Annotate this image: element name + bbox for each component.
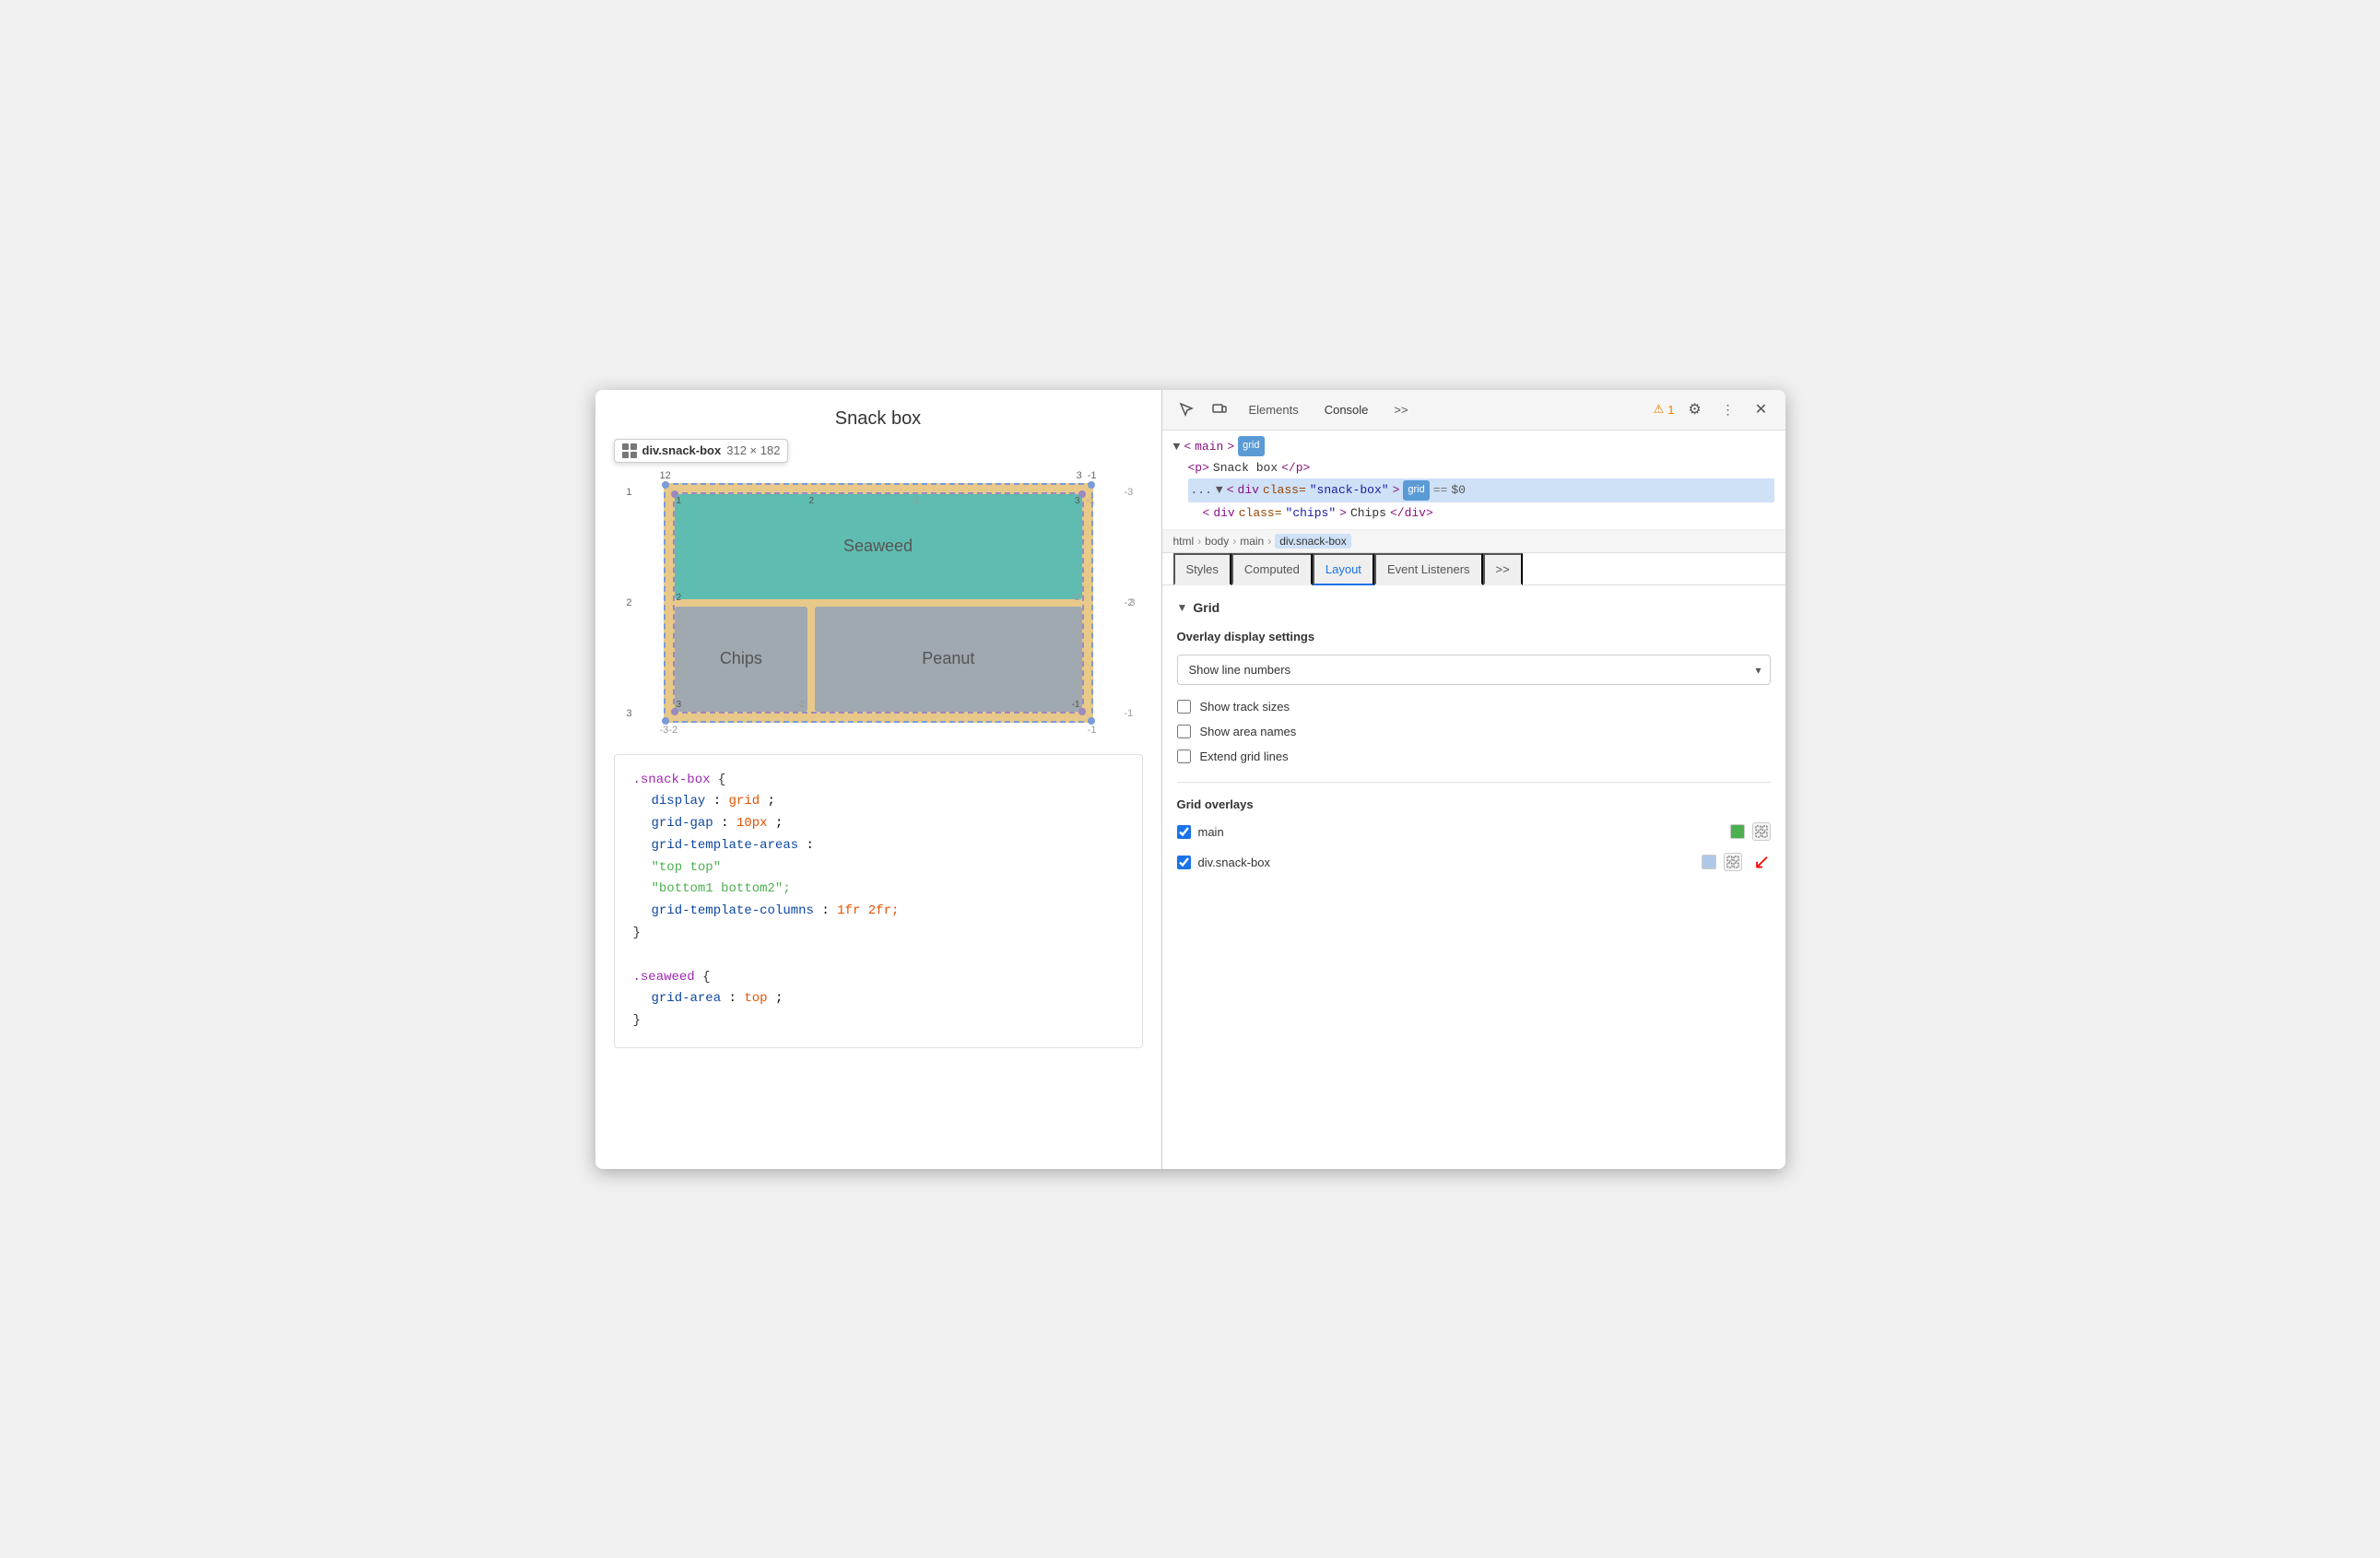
css-prop-4: grid-template-columns: [652, 903, 814, 918]
line-numbers-dropdown-wrapper: Show line numbers Show track sizes Show …: [1177, 655, 1771, 685]
tab-styles[interactable]: Styles: [1173, 553, 1231, 585]
overlay-snackbox-label[interactable]: div.snack-box: [1198, 856, 1695, 869]
overlay-settings: Overlay display settings Show line numbe…: [1177, 630, 1771, 763]
devtools-topbar: Elements Console >> ⚠ 1 ⚙ ⋮ ✕: [1162, 390, 1785, 431]
elements-tab[interactable]: Elements: [1240, 399, 1308, 420]
dom-line-main: ▼ < main > grid: [1173, 436, 1774, 457]
settings-btn[interactable]: ⚙: [1682, 396, 1708, 422]
console-tab[interactable]: Console: [1315, 399, 1378, 420]
track-sizes-label[interactable]: Show track sizes: [1200, 700, 1290, 714]
css-selector-1: .snack-box: [633, 773, 711, 787]
css-prop-1: display: [652, 794, 706, 809]
css-val-1: grid: [729, 794, 760, 809]
tooltip-size: 312 × 182: [726, 443, 780, 457]
responsive-icon-btn[interactable]: [1207, 396, 1232, 422]
dom-line-snackbox[interactable]: ... ▼ < div class= "snack-box" > grid ==…: [1188, 478, 1774, 502]
red-arrow-icon: ↙: [1753, 850, 1770, 874]
css-str-1: "top top": [652, 860, 722, 875]
cell-chips: Chips: [675, 607, 808, 712]
tab-more[interactable]: >>: [1483, 553, 1523, 585]
grid-visualization: 1 2 3 -1 1 2 3: [614, 470, 1143, 736]
more-options-btn[interactable]: ⋮: [1715, 396, 1741, 422]
extend-grid-row: Extend grid lines: [1177, 749, 1771, 763]
overlay-main-label[interactable]: main: [1198, 825, 1723, 839]
css-val-5: top: [744, 991, 767, 1006]
extend-grid-label[interactable]: Extend grid lines: [1200, 749, 1289, 763]
dom-tree: ▼ < main > grid <p> Snack box </p> ... ▼…: [1162, 431, 1785, 531]
overlay-row-main: main: [1177, 822, 1771, 841]
section-title: Grid: [1193, 600, 1219, 615]
main-grid-badge: grid: [1238, 436, 1264, 456]
css-code-block: .snack-box { display : grid ; grid-gap :…: [614, 754, 1143, 1049]
css-prop-5: grid-area: [652, 991, 722, 1006]
inspect-icon-btn[interactable]: [1173, 396, 1199, 422]
left-panel: Snack box div.snack-box 312 × 182 1 2 3: [595, 390, 1162, 1169]
extend-grid-checkbox[interactable]: [1177, 749, 1191, 763]
corner-tl: [662, 481, 669, 489]
area-names-checkbox[interactable]: [1177, 725, 1191, 738]
overlay-settings-title: Overlay display settings: [1177, 630, 1771, 643]
dom-line-p: <p> Snack box </p>: [1188, 457, 1774, 478]
main-content: Snack box div.snack-box 312 × 182 1 2 3: [595, 390, 1785, 1169]
grid-section-header: ▼ Grid: [1177, 600, 1771, 615]
cell-seaweed: Seaweed: [675, 494, 1082, 599]
corner-br: [1088, 717, 1095, 725]
css-str-2: "bottom1 bottom2";: [652, 881, 791, 896]
section-triangle: ▼: [1177, 601, 1188, 614]
cell-peanut: Peanut: [815, 607, 1081, 712]
devtools-panel: Elements Console >> ⚠ 1 ⚙ ⋮ ✕ ▼ < main >: [1162, 390, 1785, 1169]
corner-bl: [662, 717, 669, 725]
browser-window: Snack box div.snack-box 312 × 182 1 2 3: [595, 390, 1785, 1169]
snackbox-overlay-icon-btn[interactable]: [1724, 853, 1742, 871]
main-overlay-icon-btn[interactable]: [1752, 822, 1771, 841]
grid-outer: 1 2 3 -1 2 3 -1 -2 -3 -2 Seaweed: [664, 483, 1093, 723]
layout-panel-content: ▼ Grid Overlay display settings Show lin…: [1162, 585, 1785, 1168]
dom-line-chips[interactable]: < div class= "chips" > Chips </div>: [1203, 502, 1774, 524]
divider: [1177, 782, 1771, 783]
breadcrumb-body[interactable]: body: [1205, 535, 1229, 548]
main-color-swatch[interactable]: [1730, 824, 1745, 839]
track-sizes-checkbox[interactable]: [1177, 700, 1191, 714]
grid-icon: [622, 443, 637, 458]
css-val-4: 1fr 2fr;: [837, 903, 899, 918]
tab-event-listeners[interactable]: Event Listeners: [1374, 553, 1483, 585]
inner-grid: 1 2 3 -1 2 3 -1 -2 -3 -2 Seaweed: [673, 492, 1084, 714]
snackbox-color-swatch[interactable]: [1702, 855, 1716, 869]
tooltip-class: div.snack-box: [642, 443, 722, 457]
overlay-main-checkbox[interactable]: [1177, 825, 1191, 839]
close-btn[interactable]: ✕: [1749, 396, 1774, 422]
tab-computed[interactable]: Computed: [1231, 553, 1313, 585]
area-names-row: Show area names: [1177, 725, 1771, 738]
element-tooltip: div.snack-box 312 × 182: [614, 439, 789, 463]
line-numbers-dropdown[interactable]: Show line numbers Show track sizes Show …: [1177, 655, 1771, 685]
overlay-snackbox-checkbox[interactable]: [1177, 856, 1191, 869]
panel-tabs: Styles Computed Layout Event Listeners >…: [1162, 553, 1785, 585]
track-sizes-row: Show track sizes: [1177, 700, 1771, 714]
page-title: Snack box: [614, 408, 1143, 430]
warning-badge: ⚠ 1: [1654, 402, 1675, 417]
more-tabs-btn[interactable]: >>: [1384, 399, 1417, 420]
corner-tr: [1088, 481, 1095, 489]
snackbox-grid-badge: grid: [1403, 480, 1429, 501]
area-names-label[interactable]: Show area names: [1200, 725, 1297, 738]
grid-overlays-section: Grid overlays main div.snack-box: [1177, 797, 1771, 874]
css-selector-2: .seaweed: [633, 970, 695, 985]
breadcrumb-html[interactable]: html: [1173, 535, 1195, 548]
breadcrumb-snackbox[interactable]: div.snack-box: [1275, 534, 1350, 549]
css-val-2: 10px: [736, 816, 768, 831]
css-prop-2: grid-gap: [652, 816, 713, 831]
tab-layout[interactable]: Layout: [1313, 553, 1374, 585]
grid-overlays-title: Grid overlays: [1177, 797, 1771, 811]
css-prop-3: grid-template-areas: [652, 838, 799, 853]
breadcrumb: html › body › main › div.snack-box: [1162, 530, 1785, 553]
breadcrumb-main[interactable]: main: [1240, 535, 1264, 548]
overlay-row-snackbox: div.snack-box ↙: [1177, 850, 1771, 874]
